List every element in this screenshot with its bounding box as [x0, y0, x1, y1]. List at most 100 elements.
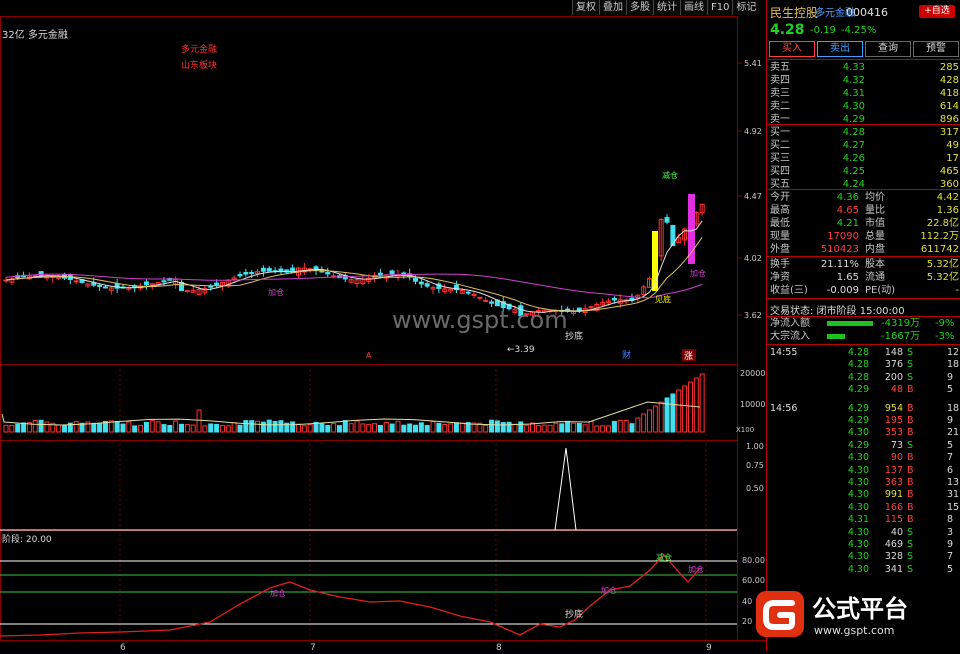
volume-bar	[518, 421, 524, 433]
volume-bar	[214, 423, 220, 433]
candle-body	[266, 268, 272, 272]
volume-bar	[120, 423, 126, 433]
tick-volume: 376	[884, 359, 903, 371]
tick-price: 4.31	[847, 514, 869, 526]
price-change: -0.19	[810, 25, 836, 36]
volume-bar	[418, 422, 424, 433]
net-inflow-label: 净流入额	[770, 318, 810, 329]
volume-bar	[506, 421, 512, 433]
tick-row: 4.30 353 B 21	[767, 426, 960, 439]
candle-body	[243, 272, 249, 275]
info2-label: 净资	[770, 272, 790, 283]
toolbar-button-tongji[interactable]: 统计	[653, 0, 680, 15]
tick-row: 4.29 195 B 9	[767, 414, 960, 427]
add-favorite-button[interactable]: +自选	[919, 5, 955, 18]
info-value-2: 112.2万	[920, 231, 959, 242]
divider	[767, 298, 960, 299]
candle-body	[418, 281, 424, 285]
tick-side: B	[907, 452, 914, 464]
sell-button[interactable]: 卖出	[817, 41, 863, 57]
volume-bar	[494, 420, 500, 433]
tick-row: 14:56 4.29 954 B 18	[767, 402, 960, 415]
alert-button[interactable]: 预警	[913, 41, 959, 57]
ask-price: 4.30	[842, 101, 865, 112]
bid-price: 4.25	[842, 166, 865, 177]
divider	[767, 124, 960, 125]
candle-body	[260, 267, 266, 272]
info2-row: 净资 1.65 流通 5.32亿	[767, 271, 960, 284]
tick-price: 4.28	[847, 347, 869, 358]
toolbar-button-duogu[interactable]: 多股	[626, 0, 653, 15]
ind2-label-chaodi: 抄底	[565, 608, 583, 620]
toolbar-button-fuquan[interactable]: 复权	[572, 0, 599, 15]
toolbar-button-diejia[interactable]: 叠加	[599, 0, 626, 15]
tick-price: 4.30	[847, 489, 869, 501]
tick-side: B	[907, 477, 914, 488]
volume-bar	[319, 423, 325, 433]
kline-chart-area[interactable]: 6 7 8 9 5.41 4.92 4.47 4.02 3.62 20000 10000 X100 1.…	[0, 0, 766, 653]
volume-bar	[32, 419, 38, 433]
volume-bar	[676, 389, 682, 433]
tick-count: 7	[947, 452, 954, 464]
volume-bar	[173, 420, 179, 433]
tick-count: 7	[947, 551, 954, 563]
candle-body	[237, 274, 243, 277]
volume-axis-unit: X100	[736, 426, 754, 434]
price-axis-label: 4.02	[744, 254, 762, 263]
tick-row: 4.30 341 S 5	[767, 563, 960, 576]
date-tick: 7	[310, 643, 316, 651]
tick-count: 6	[947, 464, 954, 476]
ask-volume: 285	[939, 62, 959, 73]
toolbar-button-huaxian[interactable]: 画线	[680, 0, 707, 15]
candle-body	[465, 291, 471, 294]
ask-label: 卖二	[770, 101, 790, 112]
volume-bar	[3, 424, 9, 433]
volume-bar	[500, 422, 506, 433]
ind2-label-jiacang: 加仓	[270, 588, 286, 598]
volume-bar	[588, 420, 594, 433]
volume-bar	[56, 424, 62, 433]
tick-volume: 148	[884, 347, 903, 358]
info-label: 最低	[770, 218, 790, 229]
ask-volume: 428	[939, 75, 959, 86]
tick-price: 4.30	[847, 539, 869, 550]
date-tick: 6	[120, 643, 126, 651]
tick-count: 12	[947, 347, 960, 358]
marker-jiacang-2: 加仓	[690, 268, 706, 278]
tick-volume: 353	[884, 427, 903, 439]
logo-text: 公式平台	[812, 595, 908, 623]
info2-label-2: 股本	[865, 259, 885, 270]
volume-bar	[377, 424, 383, 433]
volume-bar	[372, 423, 378, 433]
tick-volume: 363	[884, 477, 903, 488]
tick-side: B	[907, 402, 914, 414]
kline-chart-svg[interactable]: 6 7 8 9 5.41 4.92 4.47 4.02 3.62 20000 10000 X100 1.…	[0, 0, 766, 653]
tick-side: S	[907, 563, 914, 575]
ma5-line	[5, 220, 703, 313]
toolbar-button-biaoji[interactable]: 标记	[732, 0, 760, 15]
volume-bar	[196, 409, 202, 433]
volume-panel-frame	[0, 364, 738, 441]
volume-bar	[413, 424, 418, 433]
query-button[interactable]: 查询	[865, 41, 911, 57]
tick-side: S	[907, 439, 914, 451]
buy-button[interactable]: 买入	[769, 41, 815, 57]
volume-bar	[430, 420, 436, 433]
volume-bar	[202, 425, 208, 433]
tick-price: 4.29	[847, 439, 869, 451]
volume-bar	[641, 413, 647, 433]
volume-bar	[424, 424, 430, 433]
bid-row: 买二 4.27 49	[767, 139, 960, 152]
price-change-pct: -4.25%	[841, 25, 877, 36]
volume-bar	[208, 423, 214, 433]
info-label: 现量	[770, 231, 790, 242]
tick-row: 4.30 328 S 7	[767, 550, 960, 563]
tick-side: S	[907, 551, 914, 563]
price-axis-label: 4.92	[744, 127, 762, 136]
ask-label: 卖四	[770, 75, 790, 86]
info-label-2: 总量	[865, 231, 885, 242]
toolbar-button-f10[interactable]: F10	[707, 0, 733, 15]
info-value: 17090	[827, 231, 859, 242]
marker-a: A	[366, 351, 372, 360]
volume-bar	[576, 422, 582, 433]
